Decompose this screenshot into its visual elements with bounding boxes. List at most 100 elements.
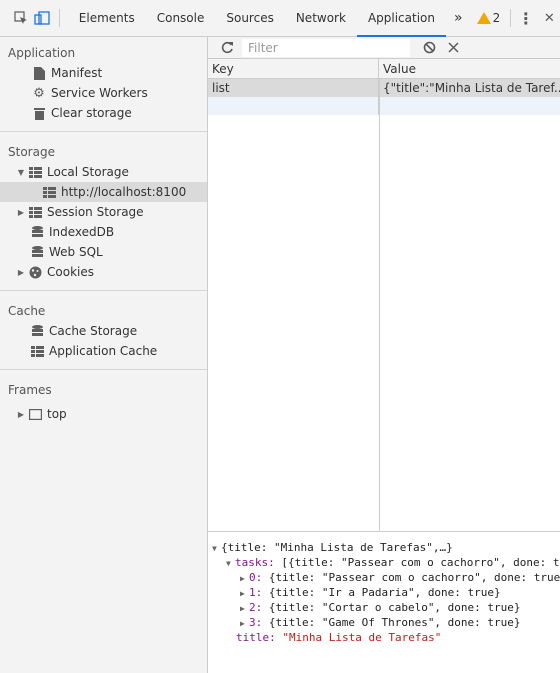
preview-task-item[interactable]: ▶ 2: {title: "Cortar o cabelo", done: tru… (208, 600, 560, 615)
preview-root: {title: "Minha Lista de Tarefas",…} (221, 541, 453, 554)
preview-task-index: 0: (249, 571, 263, 584)
grid-icon (28, 165, 42, 179)
row-key-empty[interactable] (208, 97, 379, 115)
tab-sources[interactable]: Sources (215, 0, 284, 37)
device-toolbar-icon[interactable] (31, 7, 52, 29)
collapsed-arrow-icon[interactable]: ▶ (240, 616, 249, 631)
preview-tasks-line[interactable]: ▼ tasks: [{title: "Passear com o cachorro… (208, 555, 560, 570)
collapsed-arrow-icon[interactable]: ▶ (240, 571, 249, 586)
grid-icon (30, 344, 44, 358)
row-value[interactable]: {"title":"Minha Lista de Taref... (379, 79, 560, 97)
tab-network[interactable]: Network (285, 0, 357, 37)
preview-task-index: 2: (249, 601, 263, 614)
preview-tasks-summary: [{title: "Passear com o cachorro", done:… (274, 556, 560, 569)
sidebar-item-frame-top[interactable]: ▶ top (0, 404, 207, 424)
sidebar-item-application-cache[interactable]: Application Cache (0, 341, 207, 361)
kebab-menu-icon[interactable]: ⋮ (515, 7, 536, 29)
clear-all-icon[interactable] (418, 37, 440, 59)
devtools-toolbar: Elements Console Sources Network Applica… (0, 0, 560, 37)
sidebar-item-label: Session Storage (47, 205, 144, 219)
sidebar-item-label: Local Storage (47, 165, 129, 179)
preview-tasks-key: tasks: (235, 556, 275, 569)
tab-elements[interactable]: Elements (68, 0, 146, 37)
collapsed-arrow-icon[interactable]: ▶ (16, 410, 26, 419)
tab-console[interactable]: Console (146, 0, 216, 37)
table-row[interactable]: list {"title":"Minha Lista de Taref... (208, 79, 560, 97)
expanded-arrow-icon[interactable]: ▼ (16, 168, 26, 177)
table-row-empty[interactable] (208, 97, 560, 115)
preview-title-value: "Minha Lista de Tarefas" (275, 631, 442, 644)
sidebar-item-clear-storage[interactable]: Clear storage (0, 103, 207, 123)
sidebar-item-label: Manifest (51, 66, 103, 80)
collapsed-arrow-icon[interactable]: ▶ (240, 601, 249, 616)
section-title-cache: Cache (8, 304, 46, 318)
sidebar-item-label: Web SQL (49, 245, 103, 259)
section-divider (0, 131, 207, 132)
section-title-storage: Storage (8, 145, 55, 159)
sidebar-item-label: Cache Storage (49, 324, 138, 338)
database-icon (30, 225, 44, 239)
sidebar-item-indexeddb[interactable]: IndexedDB (0, 222, 207, 242)
sidebar-item-label: Clear storage (51, 106, 132, 120)
section-divider (0, 290, 207, 291)
sidebar-item-label: http://localhost:8100 (61, 185, 187, 199)
expanded-arrow-icon[interactable]: ▼ (212, 541, 221, 556)
trash-icon (32, 106, 46, 120)
row-value-empty[interactable] (379, 97, 560, 115)
warning-icon (476, 12, 491, 24)
inspect-element-icon[interactable] (10, 7, 31, 29)
collapsed-arrow-icon[interactable]: ▶ (16, 208, 26, 217)
filter-toolbar (208, 37, 560, 59)
grid-icon (42, 185, 56, 199)
toolbar-separator (510, 9, 512, 27)
warning-count: 2 (492, 11, 501, 25)
preview-root-line[interactable]: ▼ {title: "Minha Lista de Tarefas",…} (208, 540, 560, 555)
frame-icon (28, 407, 42, 421)
preview-task-text: {title: "Game Of Thrones", done: true} (262, 616, 521, 629)
sidebar-item-label: top (47, 407, 67, 421)
sidebar-item-cookies[interactable]: ▶ Cookies (0, 262, 207, 282)
section-divider (0, 369, 207, 370)
sidebar-item-local-origin[interactable]: http://localhost:8100 (0, 182, 207, 202)
tab-application[interactable]: Application (356, 0, 446, 37)
delete-selected-icon[interactable] (442, 37, 464, 59)
sidebar-item-label: IndexedDB (49, 225, 115, 239)
sidebar-item-cache-storage[interactable]: Cache Storage (0, 321, 207, 341)
preview-title-key: title: (236, 631, 276, 644)
column-header-key[interactable]: Key (208, 59, 379, 78)
sidebar-item-label: Cookies (47, 265, 94, 279)
sidebar-item-label: Service Workers (51, 86, 148, 100)
sidebar-item-service-workers[interactable]: ⚙ Service Workers (0, 83, 207, 103)
collapsed-arrow-icon[interactable]: ▶ (240, 586, 249, 601)
toolbar-separator (58, 9, 60, 27)
section-title-frames: Frames (8, 383, 52, 397)
preview-task-item[interactable]: ▶ 1: {title: "Ir a Padaria", done: true} (208, 585, 560, 600)
expanded-arrow-icon[interactable]: ▼ (226, 556, 235, 571)
filter-input[interactable] (242, 38, 410, 57)
row-key[interactable]: list (208, 79, 379, 97)
sidebar-item-manifest[interactable]: Manifest (0, 63, 207, 83)
sidebar-item-label: Application Cache (49, 344, 158, 358)
preview-task-item[interactable]: ▶ 0: {title: "Passear com o cachorro", do… (208, 570, 560, 585)
section-title-application: Application (8, 46, 76, 60)
close-icon[interactable]: ✕ (539, 7, 560, 29)
sidebar-item-websql[interactable]: Web SQL (0, 242, 207, 262)
refresh-icon[interactable] (216, 37, 238, 59)
preview-title-line[interactable]: title: "Minha Lista de Tarefas" (208, 630, 560, 645)
column-header-value[interactable]: Value (379, 59, 560, 78)
value-preview: ▼ {title: "Minha Lista de Tarefas",…} ▼ ta… (208, 531, 560, 673)
cookie-icon (28, 265, 42, 279)
preview-task-item[interactable]: ▶ 3: {title: "Game Of Thrones", done: tru… (208, 615, 560, 630)
grid-icon (28, 205, 42, 219)
document-icon (32, 66, 46, 80)
warnings-counter[interactable]: 2 (471, 11, 507, 25)
database-icon (30, 324, 44, 338)
gear-icon: ⚙ (33, 85, 45, 101)
collapsed-arrow-icon[interactable]: ▶ (16, 268, 26, 277)
more-tabs-button[interactable]: » (446, 0, 471, 37)
column-divider (379, 79, 380, 531)
sidebar-item-local-storage[interactable]: ▼ Local Storage (0, 162, 207, 182)
sidebar-item-session-storage[interactable]: ▶ Session Storage (0, 202, 207, 222)
preview-task-text: {title: "Cortar o cabelo", done: true} (262, 601, 521, 614)
preview-task-index: 3: (249, 616, 263, 629)
